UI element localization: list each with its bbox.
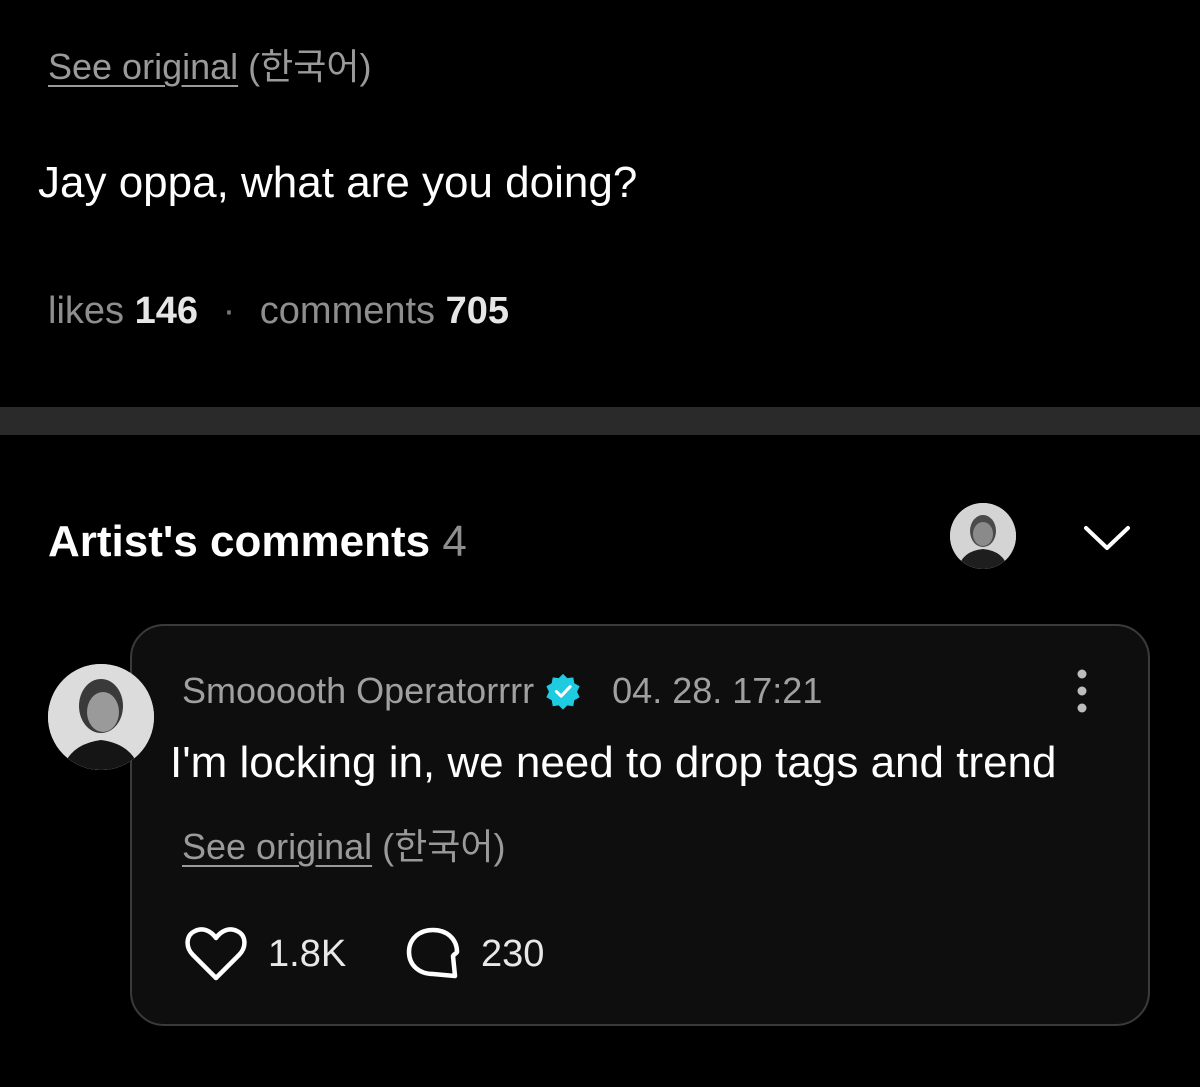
comment-meta: Smooooth Operatorrrr 04. 28. 17:21 bbox=[182, 670, 822, 712]
artist-avatar[interactable] bbox=[950, 503, 1016, 569]
more-options-icon[interactable] bbox=[1068, 668, 1096, 714]
like-count: 1.8K bbox=[268, 932, 347, 975]
comment-text: I'm locking in, we need to drop tags and… bbox=[170, 738, 1057, 787]
see-original-link[interactable]: See original bbox=[48, 46, 238, 87]
see-original-post: See original (한국어) bbox=[48, 38, 371, 90]
artist-comments-title: Artist's comments 4 bbox=[48, 517, 467, 567]
artist-comments-header[interactable]: Artist's comments 4 bbox=[0, 435, 1200, 615]
comment-timestamp: 04. 28. 17:21 bbox=[612, 670, 823, 711]
likes-count: 146 bbox=[134, 290, 198, 332]
artist-comments-label: Artist's comments bbox=[48, 517, 431, 566]
heart-icon bbox=[185, 927, 247, 981]
see-original-comment: See original (한국어) bbox=[182, 818, 505, 870]
section-divider bbox=[0, 407, 1200, 435]
post-stats: likes 146 · comments 705 bbox=[48, 290, 509, 333]
reply-count: 230 bbox=[481, 932, 545, 975]
reply-button[interactable]: 230 bbox=[405, 926, 544, 982]
post: See original (한국어) Jay oppa, what are yo… bbox=[0, 0, 1200, 407]
comments-count: 705 bbox=[445, 290, 510, 332]
stats-separator: · bbox=[222, 290, 236, 332]
comment-author-avatar-image bbox=[48, 664, 154, 770]
post-text: Jay oppa, what are you doing? bbox=[38, 158, 638, 207]
artist-comments-count: 4 bbox=[442, 517, 467, 566]
comment-bubble-icon bbox=[406, 927, 460, 979]
like-button[interactable]: 1.8K bbox=[184, 926, 346, 982]
comments-label: comments bbox=[259, 290, 436, 332]
likes-label: likes bbox=[48, 290, 125, 332]
original-language-label: (한국어) bbox=[248, 46, 372, 87]
comment-original-language-label: (한국어) bbox=[382, 826, 506, 867]
comment-see-original-link[interactable]: See original bbox=[182, 826, 372, 867]
comment-author-avatar[interactable] bbox=[48, 664, 154, 770]
chevron-down-icon[interactable] bbox=[1082, 523, 1132, 553]
verified-badge-icon bbox=[546, 673, 580, 710]
comment-author-name[interactable]: Smooooth Operatorrrr bbox=[182, 670, 534, 712]
artist-avatar-image bbox=[950, 503, 1016, 569]
